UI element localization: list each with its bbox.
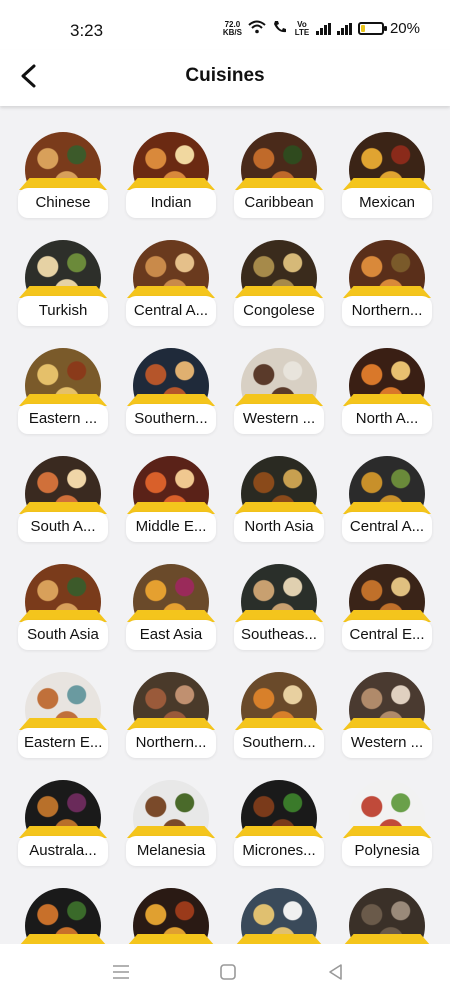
- call-icon: [272, 20, 288, 37]
- net-speed: 72.0 KB/S: [222, 20, 242, 37]
- cuisine-card[interactable]: East Asia: [117, 564, 225, 669]
- status-icons: 72.0 KB/S Vo LTE 20%: [223, 20, 420, 37]
- cuisine-card[interactable]: South A...: [9, 456, 117, 561]
- status-bar: 3:23 72.0 KB/S Vo LTE 20%: [0, 0, 450, 50]
- cuisine-label: Western ...: [234, 404, 324, 434]
- signal-icon-1: [315, 22, 331, 35]
- cuisine-card[interactable]: North Asia: [225, 456, 333, 561]
- cuisine-label: Eastern ...: [18, 404, 108, 434]
- cuisine-label: North A...: [342, 404, 432, 434]
- cuisine-label: Central A...: [342, 512, 432, 542]
- back-nav-icon[interactable]: [326, 962, 346, 982]
- cuisine-label: North Asia: [234, 512, 324, 542]
- cuisine-card[interactable]: Turkish: [9, 240, 117, 345]
- cuisine-label: East Asia: [126, 620, 216, 650]
- menu-icon[interactable]: [111, 962, 131, 982]
- cuisine-card[interactable]: Western ...: [225, 348, 333, 453]
- cuisine-card[interactable]: Caribbean: [225, 132, 333, 237]
- cuisine-label: Northern...: [126, 728, 216, 758]
- home-icon[interactable]: [218, 962, 238, 982]
- volte-icon: Vo LTE: [294, 19, 310, 37]
- cuisine-label: Southern...: [126, 404, 216, 434]
- cuisine-card[interactable]: Central A...: [117, 240, 225, 345]
- cuisine-card[interactable]: Central A...: [333, 456, 441, 561]
- cuisine-label: Central E...: [342, 620, 432, 650]
- cuisine-label: Caribbean: [234, 188, 324, 218]
- cuisine-card[interactable]: Polynesia: [333, 780, 441, 885]
- cuisine-card[interactable]: North A...: [333, 348, 441, 453]
- cuisine-card[interactable]: [9, 888, 117, 946]
- cuisine-label: Indian: [126, 188, 216, 218]
- cuisine-card[interactable]: Western ...: [333, 672, 441, 777]
- app-bar: Cuisines: [0, 50, 450, 106]
- cuisine-card[interactable]: Eastern ...: [9, 348, 117, 453]
- cuisine-card[interactable]: South Asia: [9, 564, 117, 669]
- cuisine-card[interactable]: Southern...: [225, 672, 333, 777]
- battery-percent: 20%: [389, 20, 420, 37]
- cuisine-card[interactable]: Southern...: [117, 348, 225, 453]
- cuisine-label: Polynesia: [342, 836, 432, 866]
- cuisine-card[interactable]: Northern...: [333, 240, 441, 345]
- cuisine-card[interactable]: Mexican: [333, 132, 441, 237]
- cuisine-card[interactable]: Micrones...: [225, 780, 333, 885]
- cuisine-card[interactable]: Central E...: [333, 564, 441, 669]
- status-time: 3:23: [70, 21, 104, 40]
- cuisine-card[interactable]: Middle E...: [117, 456, 225, 561]
- system-nav-bar: [0, 944, 450, 1000]
- cuisine-card[interactable]: Indian: [117, 132, 225, 237]
- cuisine-label: Middle E...: [126, 512, 216, 542]
- cuisine-label: Western ...: [342, 728, 432, 758]
- cuisine-label: Australa...: [18, 836, 108, 866]
- cuisine-card[interactable]: Australa...: [9, 780, 117, 885]
- cuisine-card[interactable]: Northern...: [117, 672, 225, 777]
- cuisine-card[interactable]: [333, 888, 441, 946]
- cuisine-label: Melanesia: [126, 836, 216, 866]
- cuisine-label: Central A...: [126, 296, 216, 326]
- cuisine-card[interactable]: Eastern E...: [9, 672, 117, 777]
- cuisine-card[interactable]: Chinese: [9, 132, 117, 237]
- cuisine-label: Mexican: [342, 188, 432, 218]
- cuisine-card[interactable]: [117, 888, 225, 946]
- cuisine-label: Southern...: [234, 728, 324, 758]
- cuisine-label: South Asia: [18, 620, 108, 650]
- cuisine-label: Turkish: [18, 296, 108, 326]
- page-title: Cuisines: [185, 65, 265, 86]
- cuisine-label: Chinese: [18, 188, 108, 218]
- cuisine-card[interactable]: Melanesia: [117, 780, 225, 885]
- net-speed-unit: KB/S: [222, 27, 242, 37]
- cuisine-label: Micrones...: [234, 836, 324, 866]
- cuisine-label: Congolese: [234, 296, 324, 326]
- cuisine-card[interactable]: Southeas...: [225, 564, 333, 669]
- cuisine-label: Southeas...: [234, 620, 324, 650]
- cuisine-label: Northern...: [342, 296, 432, 326]
- cuisine-label: Eastern E...: [18, 728, 108, 758]
- signal-icon-2: [336, 22, 352, 35]
- cuisine-card[interactable]: Congolese: [225, 240, 333, 345]
- cuisine-label: South A...: [18, 512, 108, 542]
- cuisine-grid: Chinese Indian Caribbean Mexican Turkish Cent…: [0, 106, 450, 946]
- battery-icon: [357, 22, 387, 35]
- cuisine-card[interactable]: [225, 888, 333, 946]
- wifi-icon: [248, 20, 266, 37]
